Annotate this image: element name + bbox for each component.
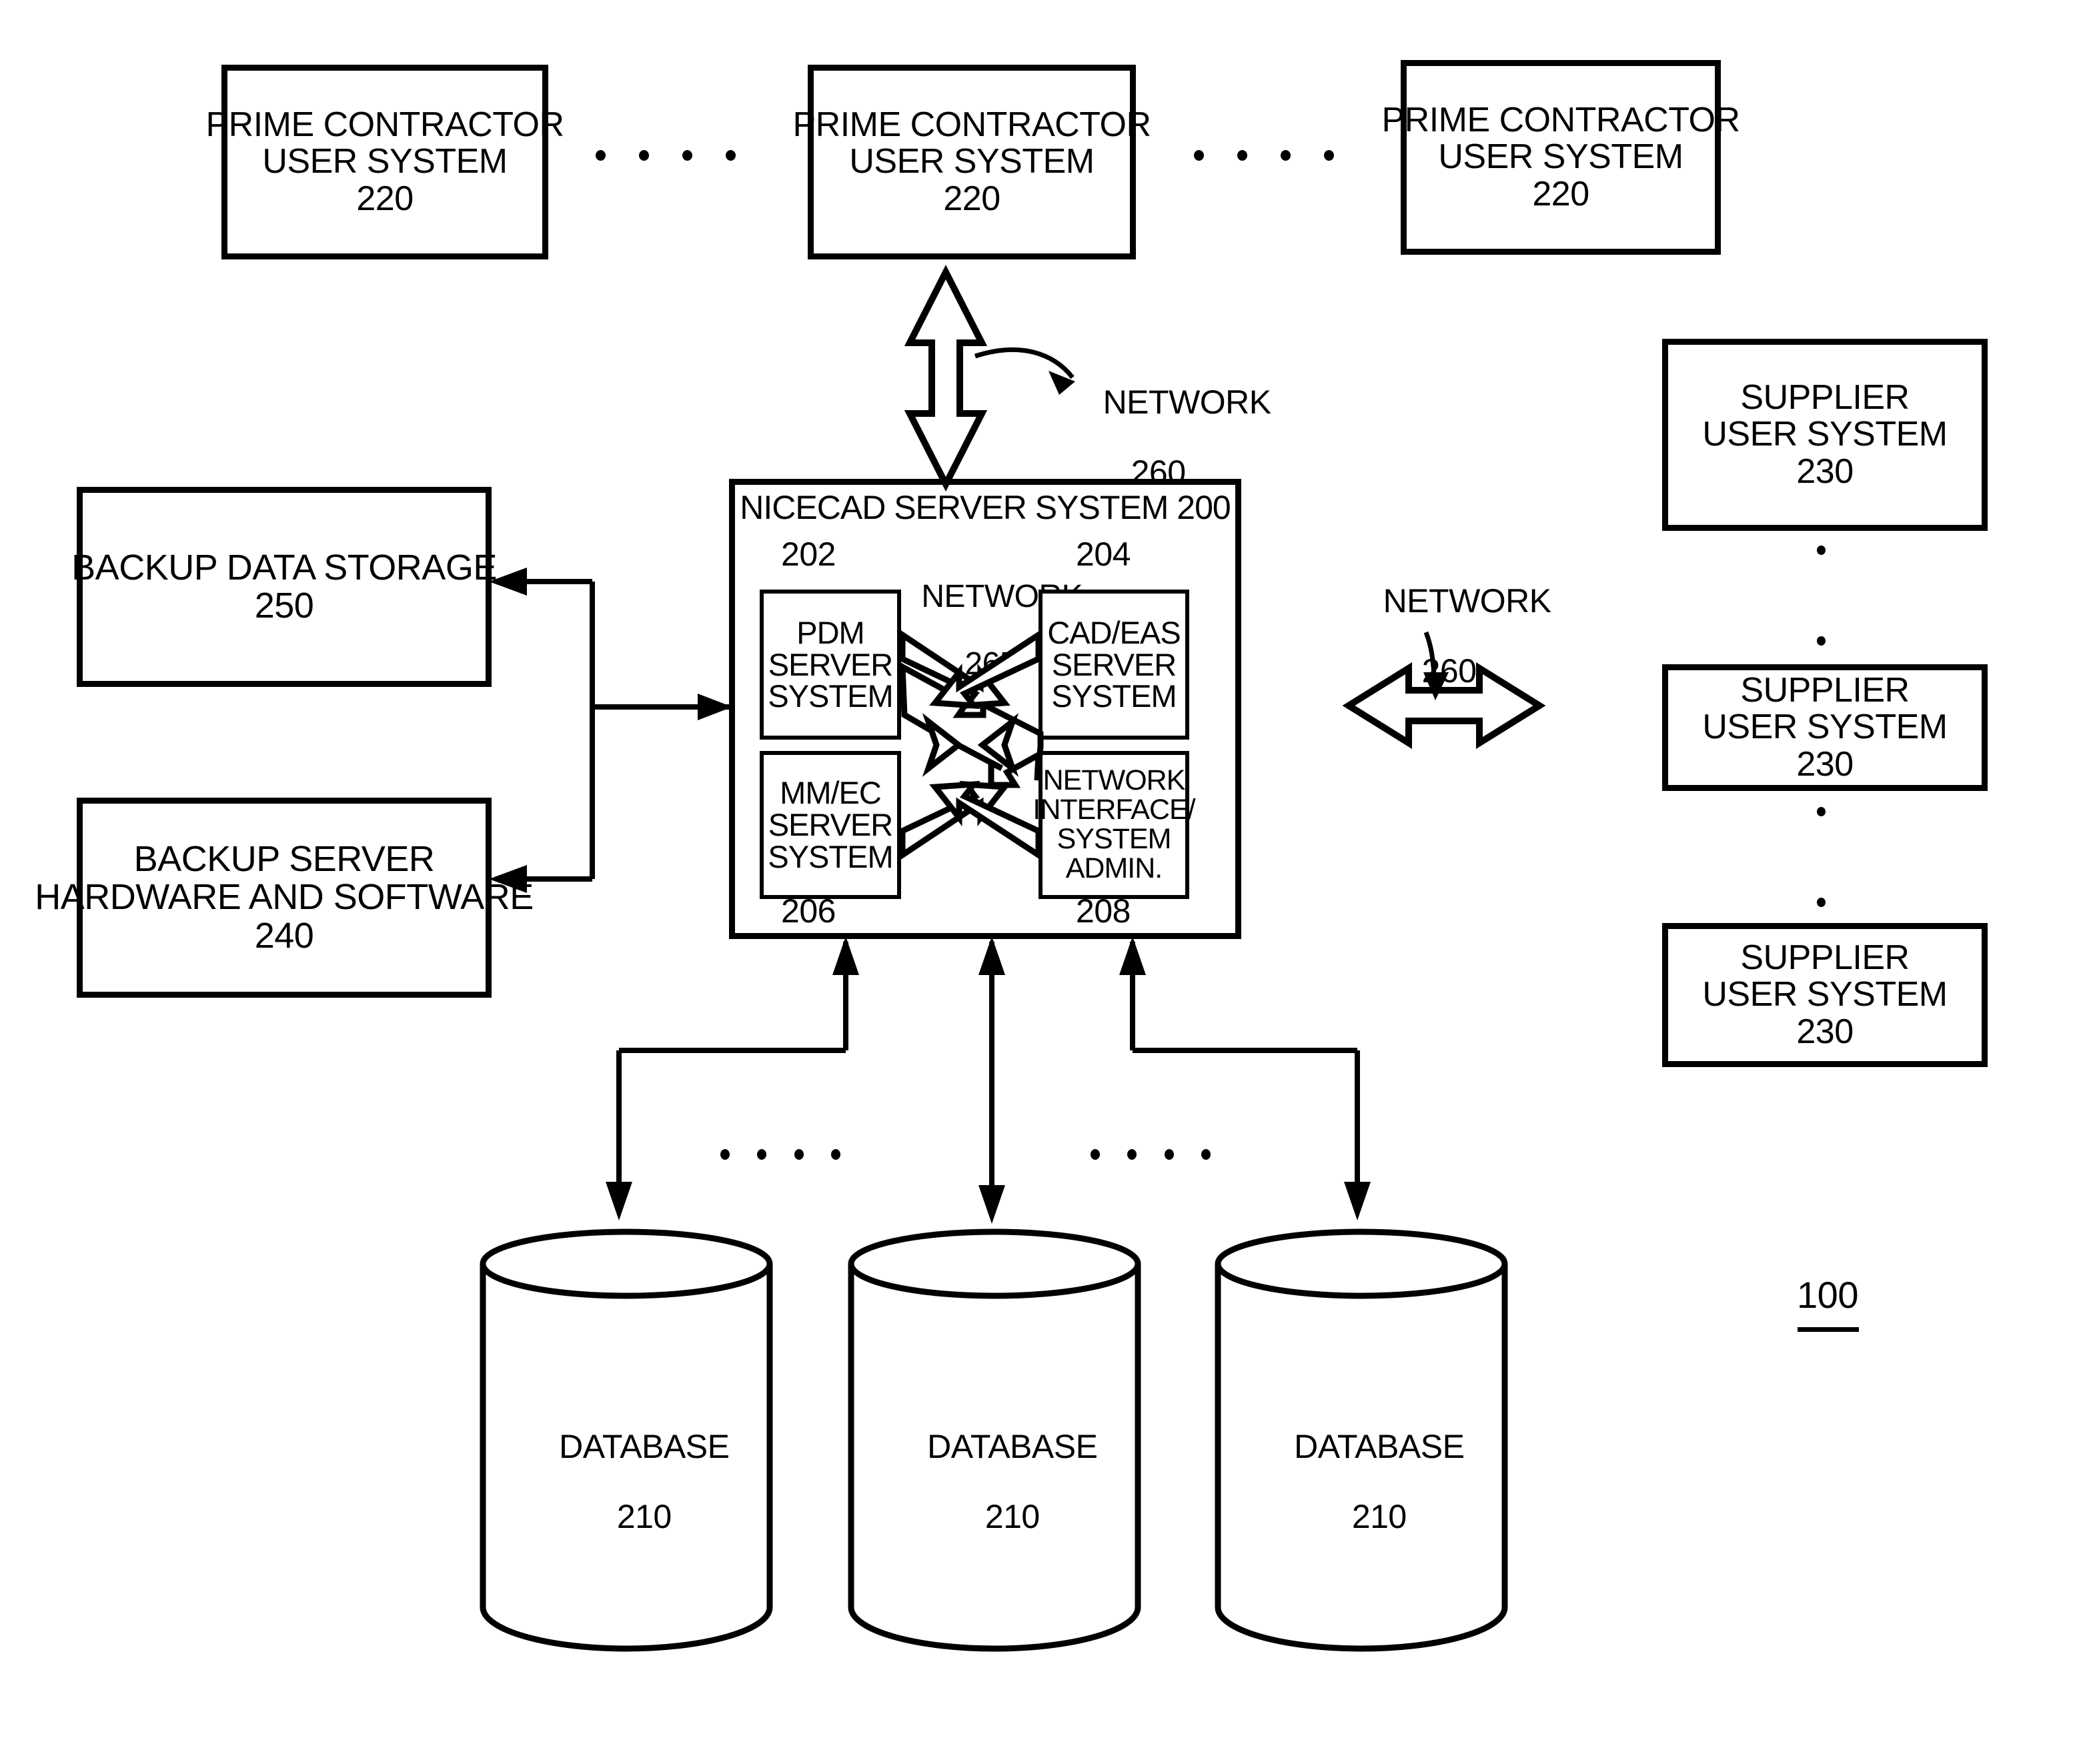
prime-contractor-user-system-1: PRIME CONTRACTOR USER SYSTEM 220 — [205, 65, 564, 259]
network-label: NETWORK — [1103, 383, 1272, 421]
ellipsis-database-right — [1091, 1148, 1211, 1160]
box-line-1: SUPPLIER — [1740, 671, 1910, 710]
figure-reference-underline — [1798, 1327, 1859, 1332]
module-line-3: SYSTEM — [1051, 678, 1177, 714]
ellipsis-database-left — [720, 1148, 840, 1160]
patent-figure-canvas: PRIME CONTRACTOR USER SYSTEM 220 PRIME C… — [0, 0, 2079, 1764]
numeral-204: 204 — [1076, 536, 1131, 573]
box-line-2: USER SYSTEM — [1702, 975, 1948, 1014]
supplier-user-system-1: SUPPLIER USER SYSTEM 230 — [1662, 339, 1988, 531]
db3-arrowhead-down — [1344, 1182, 1371, 1220]
box-line-1: PRIME CONTRACTOR — [1381, 101, 1740, 140]
ellipsis-supplier-upper — [1816, 546, 1826, 646]
internal-network-265-label: NETWORK 265 — [887, 547, 1083, 715]
backup-server-hardware-software: BACKUP SERVER HARDWARE AND SOFTWARE 240 — [35, 798, 534, 998]
db-numeral: 210 — [984, 1497, 1040, 1535]
box-numeral: 220 — [356, 179, 414, 218]
module-line-4: ADMIN. — [1065, 852, 1163, 884]
db3-arrowhead-up — [1119, 936, 1146, 975]
supplier-user-system-2: SUPPLIER USER SYSTEM 230 — [1662, 664, 1988, 791]
db-numeral: 210 — [1351, 1497, 1407, 1535]
box-line-2: USER SYSTEM — [262, 142, 508, 181]
box-line-1: PRIME CONTRACTOR — [792, 105, 1151, 145]
prime-contractor-user-system-3: PRIME CONTRACTOR USER SYSTEM 220 — [1381, 60, 1740, 255]
network-260-top-leader — [974, 347, 1075, 379]
backup-trunk-arrowhead-right — [698, 694, 732, 720]
network-260-top-double-arrow — [904, 264, 988, 492]
box-line-1: PRIME CONTRACTOR — [205, 105, 564, 145]
ellipsis-prime-left — [596, 149, 736, 161]
pdm-server-system: PDM SERVER SYSTEM — [760, 590, 901, 740]
box-line-1: SUPPLIER — [1740, 378, 1910, 417]
module-line-3: SYSTEM — [768, 838, 893, 874]
network-numeral: 260 — [1131, 453, 1186, 491]
box-numeral: 240 — [254, 915, 314, 956]
box-line-2: USER SYSTEM — [849, 142, 1095, 181]
box-numeral: 220 — [943, 179, 1000, 218]
module-line-2: SERVER — [1051, 646, 1177, 682]
box-line-1: BACKUP SERVER — [133, 839, 435, 880]
box-numeral: 230 — [1796, 744, 1854, 784]
network-numeral: 260 — [1421, 652, 1477, 690]
db-line-1: DATABASE — [559, 1427, 730, 1465]
network-260-top-label: NETWORK 260 — [1067, 349, 1307, 525]
module-line-2: SERVER — [768, 646, 893, 682]
db-line-1: DATABASE — [1294, 1427, 1465, 1465]
database-label-1: DATABASE 210 — [479, 1394, 774, 1569]
mm-ec-server-system: MM/EC SERVER SYSTEM — [760, 751, 901, 899]
module-line-3: SYSTEM — [1057, 823, 1172, 855]
module-line-2: INTERFACE/ — [1032, 794, 1195, 826]
box-line-2: HARDWARE AND SOFTWARE — [35, 877, 534, 918]
db-numeral: 210 — [616, 1497, 672, 1535]
network-label: NETWORK — [1383, 582, 1552, 620]
box-line-1: SUPPLIER — [1740, 938, 1910, 978]
db2-arrowhead-up — [978, 936, 1005, 975]
ellipsis-supplier-lower — [1816, 807, 1826, 907]
database-label-3: DATABASE 210 — [1214, 1394, 1509, 1569]
network-260-right-label: NETWORK 260 — [1347, 548, 1574, 724]
db2-arrowhead-down — [978, 1185, 1005, 1224]
backup-data-storage: BACKUP DATA STORAGE 250 — [71, 487, 497, 687]
db-line-1: DATABASE — [927, 1427, 1098, 1465]
database-label-2: DATABASE 210 — [847, 1394, 1142, 1569]
figure-reference-numeral: 100 — [1797, 1274, 1858, 1316]
network-numeral: 265 — [964, 646, 1017, 682]
network-interface-system-admin: NETWORK INTERFACE/ SYSTEM ADMIN. — [1032, 751, 1196, 899]
module-line-1: PDM — [796, 614, 864, 650]
module-line-1: NETWORK — [1043, 764, 1186, 797]
module-line-1: CAD/EAS — [1047, 614, 1181, 650]
db1-arrowhead-up — [832, 936, 859, 975]
box-numeral: 250 — [254, 586, 314, 626]
box-line-1: BACKUP DATA STORAGE — [71, 547, 497, 588]
module-line-3: SYSTEM — [768, 678, 893, 714]
box-line-2: USER SYSTEM — [1702, 708, 1948, 747]
box-numeral: 230 — [1796, 452, 1854, 491]
supplier-user-system-3: SUPPLIER USER SYSTEM 230 — [1662, 923, 1988, 1067]
ellipsis-prime-right — [1194, 149, 1334, 161]
module-line-1: MM/EC — [780, 775, 882, 811]
prime-contractor-user-system-2: PRIME CONTRACTOR USER SYSTEM 220 — [792, 65, 1151, 259]
box-numeral: 230 — [1796, 1012, 1854, 1051]
box-numeral: 220 — [1532, 174, 1589, 213]
module-line-2: SERVER — [768, 807, 893, 843]
box-line-2: USER SYSTEM — [1702, 415, 1948, 454]
db1-arrowhead-down — [606, 1182, 632, 1220]
cad-eas-server-system: CAD/EAS SERVER SYSTEM — [1038, 590, 1189, 740]
box-line-2: USER SYSTEM — [1438, 137, 1683, 177]
numeral-202: 202 — [781, 536, 836, 573]
